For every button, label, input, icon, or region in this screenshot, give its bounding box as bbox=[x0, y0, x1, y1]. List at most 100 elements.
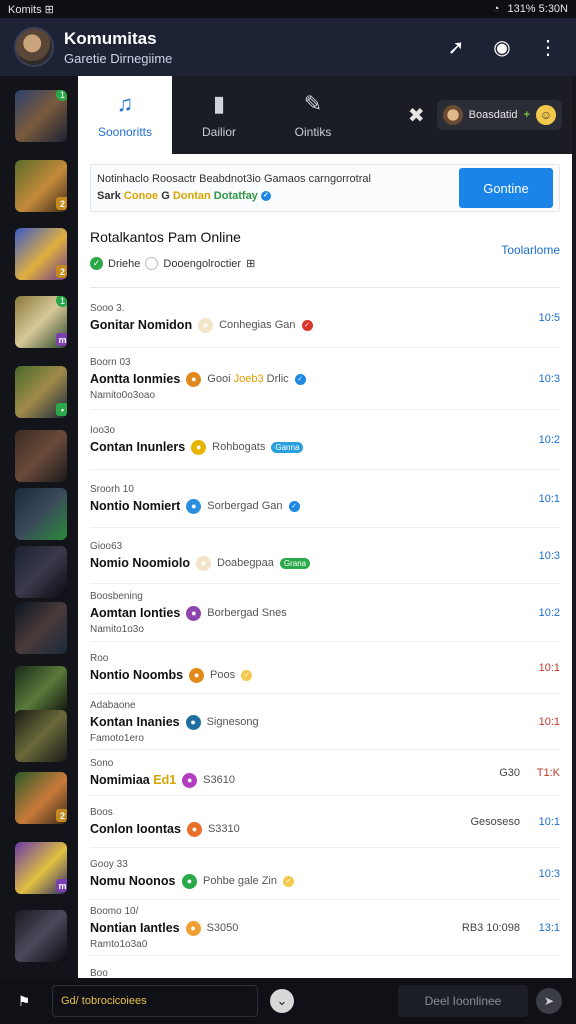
chevron-down-icon[interactable]: ⌄ bbox=[270, 989, 294, 1013]
user-chip[interactable]: Boasdatid + ☺ bbox=[436, 100, 562, 130]
row-time: 10:2 bbox=[538, 606, 560, 619]
friend-status: S3610 bbox=[203, 774, 235, 786]
game-badge: 2 bbox=[56, 809, 67, 822]
list-item[interactable]: Boosbening Aomtan Ionties ● Borbergad Snes N… bbox=[90, 584, 560, 642]
game-tile[interactable] bbox=[15, 602, 67, 654]
game-tile[interactable]: 2 bbox=[15, 228, 67, 280]
tab-bar: ♫ Soonoritts ▮ Dailior ✎ Ointiks ✖ Boasd… bbox=[78, 76, 572, 154]
tab-dailior[interactable]: ▮ Dailior bbox=[172, 76, 266, 154]
game-tile[interactable]: 1 bbox=[15, 90, 67, 142]
status-pill: Ganna bbox=[271, 441, 304, 453]
friend-subtext: Famoto1ero bbox=[90, 732, 144, 744]
friends-section: Rotalkantos Pam Online ✓ Driehe Dooengol… bbox=[78, 212, 572, 978]
banner-word: Dontan bbox=[172, 190, 211, 202]
friend-status-text: Doabegpaa bbox=[217, 557, 274, 569]
game-badge: ▪ bbox=[56, 403, 67, 416]
wifi-icon: ◔ bbox=[492, 3, 500, 15]
row-caption: Ioo3o bbox=[90, 424, 116, 436]
list-item[interactable]: Boorn 03 Aontta Ionmies ● Gooi Joeb3 Drlic ✓… bbox=[90, 348, 560, 410]
row-time: 10:3 bbox=[538, 372, 560, 385]
share-icon[interactable]: ➚ bbox=[442, 33, 470, 61]
row-time: 10:1 bbox=[538, 492, 560, 505]
row-time: 13:1 bbox=[538, 921, 560, 934]
continue-button[interactable]: Gontine bbox=[459, 168, 553, 208]
friend-name-text: Aontta Ionmies bbox=[90, 372, 181, 386]
game-tile[interactable]: 2 bbox=[15, 772, 67, 824]
game-tile[interactable] bbox=[15, 488, 67, 540]
game-tile[interactable] bbox=[15, 430, 67, 482]
list-item[interactable]: Gioo63 Nomio Noomiolo ● Doabegpaa Grana 10:3 bbox=[90, 528, 560, 584]
friend-name: Nomu Noonos bbox=[90, 874, 176, 888]
community-avatar[interactable] bbox=[14, 27, 54, 67]
game-tile[interactable]: 2 bbox=[15, 160, 67, 212]
row-caption: Boos bbox=[90, 806, 113, 818]
row-caption: Boorn 03 bbox=[90, 356, 131, 368]
user-avatar bbox=[442, 105, 463, 125]
status-suffix: ⊞ bbox=[246, 258, 256, 270]
flag-icon[interactable]: ⚑ bbox=[14, 991, 34, 1011]
list-item[interactable]: Sroorh 10 Nontio Nomiert ● Sorbergad Gan ✓ 10… bbox=[90, 470, 560, 528]
smiley-icon[interactable]: ☺ bbox=[536, 105, 556, 125]
friend-status: Borbergad Snes bbox=[207, 607, 287, 619]
list-item[interactable]: Sono Nomimiaa Ed1 ● S3610 G30 T1:K bbox=[90, 750, 560, 796]
game-tile[interactable] bbox=[15, 546, 67, 598]
status-pill: Grana bbox=[279, 557, 311, 569]
friend-status: Signesong bbox=[207, 716, 259, 728]
see-all-link[interactable]: Toolarlome bbox=[501, 243, 560, 257]
friend-status-text: Gooi bbox=[207, 373, 231, 385]
online-button[interactable]: Deel Ioonlinee bbox=[398, 985, 528, 1017]
friend-name-text: Nomio Noomiolo bbox=[90, 556, 190, 570]
row-time: 10:2 bbox=[538, 433, 560, 446]
game-art bbox=[15, 430, 67, 482]
tab-soonoritts[interactable]: ♫ Soonoritts bbox=[78, 76, 172, 154]
game-tile[interactable] bbox=[15, 710, 67, 762]
tools-icon[interactable]: ✖ bbox=[408, 103, 425, 128]
list-item[interactable]: Adabaone Kontan Inanies ● Signesong Famoto1e… bbox=[90, 694, 560, 750]
user-name: Boasdatid bbox=[468, 109, 518, 121]
row-time: 10:5 bbox=[538, 311, 560, 324]
row-caption: Gioo63 bbox=[90, 540, 123, 552]
list-item[interactable]: Gooy 33 Nomu Noonos ● Pohbe gale Zin ✓ 10:3 bbox=[90, 848, 560, 900]
game-tile[interactable]: m bbox=[15, 842, 67, 894]
game-tile[interactable] bbox=[15, 910, 67, 962]
friend-name: Gonitar Nomidon bbox=[90, 318, 192, 332]
list-item[interactable]: Boo bbox=[90, 956, 560, 978]
send-icon[interactable]: ➤ bbox=[536, 988, 562, 1014]
friend-status: Poos bbox=[210, 669, 235, 681]
message-input[interactable]: Gd/ tobrocicoiees bbox=[52, 985, 258, 1017]
friend-name: Conlon Ioontas bbox=[90, 822, 181, 836]
game-status-icon: ● bbox=[191, 439, 207, 455]
section-title: Rotalkantos Pam Online bbox=[90, 229, 241, 245]
game-badge: m bbox=[56, 333, 67, 346]
banner-word: G bbox=[161, 190, 170, 202]
tab-ointiks[interactable]: ✎ Ointiks bbox=[266, 76, 360, 154]
friend-status-text: S3050 bbox=[206, 922, 239, 934]
friend-name-text: Nomimiaa bbox=[90, 773, 150, 787]
game-tile[interactable]: 1 m bbox=[15, 296, 67, 348]
friend-name-text: Nontian Iantles bbox=[90, 921, 180, 935]
list-item[interactable]: Boos Conlon Ioontas ● S3310 Gesoseso 10:1 bbox=[90, 796, 560, 848]
status-right: ◔ 131% 5:30N bbox=[493, 3, 568, 15]
game-tile[interactable]: ▪ bbox=[15, 366, 67, 418]
friend-name-text: Gonitar Nomidon bbox=[90, 318, 193, 332]
game-status-icon: ● bbox=[185, 920, 201, 936]
banner-word: Dotatfay bbox=[213, 190, 258, 202]
friend-status: Doabegpaa bbox=[217, 557, 274, 569]
friend-status: Conhegias Gan bbox=[219, 319, 295, 331]
list-item[interactable]: Ioo3o Contan Inunlers ● Rohbogats Ganna 10:2 bbox=[90, 410, 560, 470]
friend-subtext: Ramto1o3a0 bbox=[90, 938, 148, 950]
more-vertical-icon[interactable]: ⋮ bbox=[534, 33, 562, 61]
row-caption: Adabaone bbox=[90, 699, 136, 711]
list-item[interactable]: Roo Nontio Noombs ● Poos ✓ 10:1 bbox=[90, 642, 560, 694]
status-badge-icon: ✓ bbox=[241, 669, 253, 681]
row-time: 10:1 bbox=[538, 815, 560, 828]
globe-icon[interactable]: ◉ bbox=[488, 33, 516, 61]
row-extra: G30 bbox=[499, 766, 520, 779]
list-item[interactable]: Boomo 10/Nontian Iantles ● S3050 Ramto1o3a0… bbox=[90, 900, 560, 956]
friend-status-text: S3610 bbox=[203, 774, 235, 786]
banner-line-1: Notinhaclo Roosactr Beabdnot3io Gamaos c… bbox=[97, 173, 371, 185]
list-item[interactable]: Sooo 3. Gonitar Nomidon ● Conhegias Gan ✓ 10:… bbox=[90, 288, 560, 348]
bottom-bar: ⚑ Gd/ tobrocicoiees ⌄ Deel Ioonlinee ➤ bbox=[0, 978, 576, 1024]
game-status-icon: ● bbox=[182, 772, 198, 788]
page-subtitle: Garetie Dirnegiime bbox=[64, 50, 173, 66]
